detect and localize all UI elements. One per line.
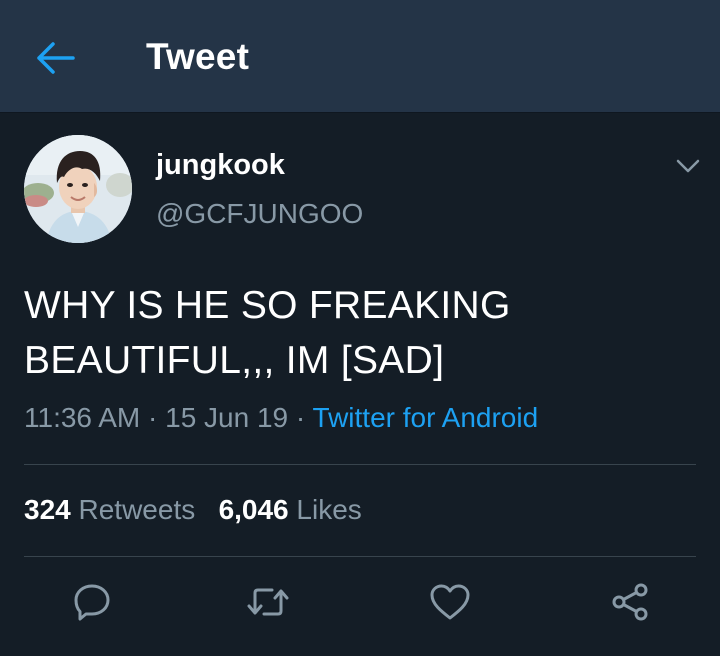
avatar[interactable]: [24, 135, 132, 243]
retweet-icon: [247, 588, 289, 616]
heart-icon: [430, 584, 470, 620]
meta-separator: ·: [140, 402, 166, 433]
meta-separator: ·: [288, 402, 313, 433]
retweet-button[interactable]: [246, 580, 290, 624]
more-options-button[interactable]: [672, 150, 704, 182]
tweet-text: WHY IS HE SO FREAKING BEAUTIFUL,,, IM [S…: [24, 278, 684, 388]
tweet-text-line: BEAUTIFUL,,, IM [SAD]: [24, 339, 445, 382]
share-button[interactable]: [608, 580, 652, 624]
reply-icon: [74, 584, 110, 621]
like-button[interactable]: [428, 580, 472, 624]
likes-label: Likes: [296, 494, 362, 525]
share-icon: [612, 583, 648, 621]
likes-count: 6,046: [218, 494, 289, 525]
retweets-stat[interactable]: 324 Retweets: [24, 494, 195, 525]
tweet-text-line: WHY IS HE SO FREAKING: [24, 284, 511, 327]
chevron-down-icon: [676, 159, 700, 173]
top-app-bar: Tweet: [0, 0, 720, 113]
tweet-meta: 11:36 AM · 15 Jun 19 · Twitter for Andro…: [24, 402, 538, 434]
tweet-detail-screen: Tweet jungkook @GCFJUNGOO WHY IS HE SO F…: [0, 0, 720, 656]
retweets-label: Retweets: [78, 494, 196, 525]
engagement-stats: 324 Retweets 6,046 Likes: [24, 494, 362, 526]
avatar-image: [24, 135, 132, 243]
tweet-source-link[interactable]: Twitter for Android: [313, 402, 539, 433]
divider: [24, 556, 696, 557]
back-arrow-icon: [37, 42, 75, 74]
divider: [24, 464, 696, 465]
likes-stat[interactable]: 6,046 Likes: [219, 494, 362, 525]
tweet-time: 11:36 AM: [24, 402, 141, 433]
reply-button[interactable]: [70, 580, 114, 624]
display-name[interactable]: jungkook: [156, 149, 285, 182]
retweets-count: 324: [24, 494, 71, 525]
tweet-date: 15 Jun 19: [165, 402, 289, 433]
back-button[interactable]: [28, 30, 84, 86]
username-handle[interactable]: @GCFJUNGOO: [156, 198, 363, 230]
page-title: Tweet: [146, 36, 250, 77]
